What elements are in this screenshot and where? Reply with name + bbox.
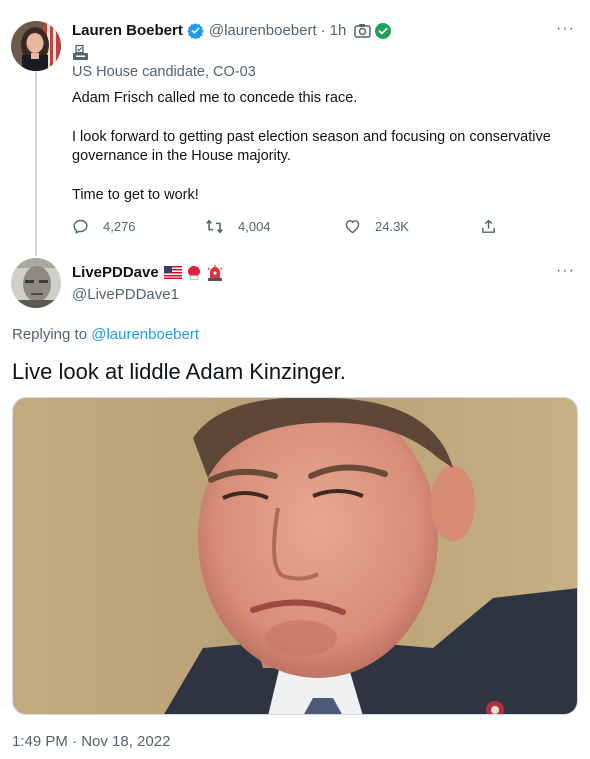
tweet1-paragraph: Adam Frisch called me to concede this ra… [72,90,358,106]
tweet1-header: Lauren Boebert @laurenboebert · 1h [72,22,392,39]
tweet1-more-button[interactable]: ··· [556,20,575,38]
share-button[interactable] [480,218,511,235]
tweet2-header: LivePDDave [72,264,224,281]
heart-icon [345,220,360,234]
tweet2-text: Live look at liddle Adam Kinzinger. [12,359,346,384]
like-button[interactable]: 24.3K [344,218,409,235]
tweet-photo[interactable] [12,397,578,715]
replying-to-prefix: Replying to [12,326,88,343]
verified-badge-icon [187,22,204,39]
tweet2-display-name[interactable]: LivePDDave [72,264,159,281]
retweet-button[interactable]: 4,004 [205,218,271,235]
retweet-count: 4,004 [238,219,271,234]
tweet1-separator: · [320,22,326,39]
replying-to-mention[interactable]: @laurenboebert [91,326,199,343]
tweet1-time[interactable]: 1h [330,22,347,39]
share-icon [482,219,495,233]
us-flag-icon [163,266,182,279]
tweet1-label: US House candidate, CO-03 [72,64,256,80]
boxing-glove-icon [186,265,202,281]
livepddave-avatar[interactable] [11,258,61,308]
tweet2-timestamp: 1:49 PM · Nov 18, 2022 [12,733,170,750]
tweet1-action-bar: 4,276 4,004 24.3K [72,218,512,240]
tweet1-display-name[interactable]: Lauren Boebert [72,22,183,39]
tweet1-paragraph: I look forward to getting past election … [72,129,551,164]
tweet1-paragraph: Time to get to work! [72,187,199,203]
replying-to-line: Replying to @laurenboebert [12,326,199,343]
retweet-icon [206,219,223,234]
like-count: 24.3K [375,219,409,234]
green-check-icon [375,22,392,39]
tweet2-handle[interactable]: @LivePDDave1 [72,286,179,303]
tweet1-text: Adam Frisch called me to concede this ra… [72,89,577,205]
lauren-boebert-avatar[interactable] [11,21,61,71]
tweet2-more-button[interactable]: ··· [556,262,575,280]
reply-count: 4,276 [103,219,136,234]
timestamp-link[interactable]: 1:49 PM · Nov 18, 2022 [12,733,170,750]
reply-icon [73,219,88,234]
reply-button[interactable]: 4,276 [72,218,136,235]
police-light-icon [206,264,224,281]
camera-icon [354,23,372,38]
man-frowning-photo [13,398,577,714]
thread-connector-line [35,70,37,256]
tweet1-handle[interactable]: @laurenboebert [209,22,317,39]
